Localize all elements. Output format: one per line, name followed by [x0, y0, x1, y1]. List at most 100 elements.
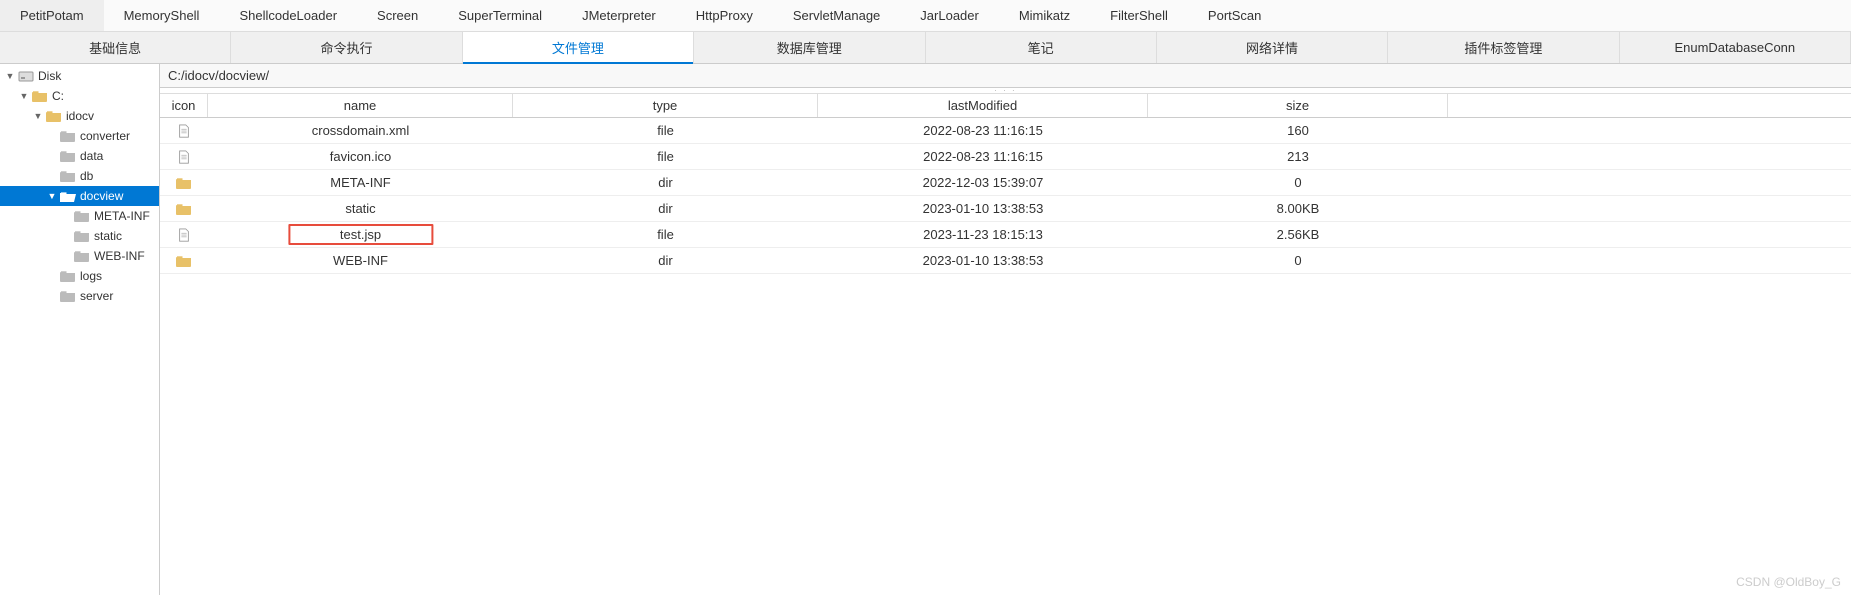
tree-label: WEB-INF: [94, 249, 145, 263]
file-name: crossdomain.xml: [208, 123, 513, 138]
path-bar: [160, 64, 1851, 88]
tree-label: logs: [80, 269, 102, 283]
top-tab-httpproxy[interactable]: HttpProxy: [676, 0, 773, 31]
sub-tabs: 基础信息命令执行文件管理数据库管理笔记网络详情插件标签管理EnumDatabas…: [0, 32, 1851, 64]
folder-open-icon: [60, 189, 76, 203]
header-lastmodified[interactable]: lastModified: [818, 94, 1148, 117]
tree-node-disk[interactable]: ▼Disk: [0, 66, 159, 86]
file-lastmodified: 2023-01-10 13:38:53: [818, 253, 1148, 268]
tree: ▼Disk▼C:▼idocvconverterdatadb▼docviewMET…: [0, 64, 159, 306]
header-type[interactable]: type: [513, 94, 818, 117]
file-body: crossdomain.xml file 2022-08-23 11:16:1516…: [160, 118, 1851, 274]
tree-label: server: [80, 289, 113, 303]
file-size: 8.00KB: [1148, 201, 1448, 216]
tree-node-docview[interactable]: ▼docview: [0, 186, 159, 206]
file-name: WEB-INF: [208, 253, 513, 268]
file-row[interactable]: META-INFdir2022-12-03 15:39:070: [160, 170, 1851, 196]
header-name[interactable]: name: [208, 94, 513, 117]
top-tab-filtershell[interactable]: FilterShell: [1090, 0, 1188, 31]
tree-toggle-icon[interactable]: ▼: [32, 110, 44, 122]
folder-gray-icon: [74, 209, 90, 223]
top-tab-portscan[interactable]: PortScan: [1188, 0, 1281, 31]
folder-gray-icon: [60, 149, 76, 163]
top-tab-memoryshell[interactable]: MemoryShell: [104, 0, 220, 31]
tree-toggle-icon[interactable]: ▼: [4, 70, 16, 82]
file-row[interactable]: test.jspfile2023-11-23 18:15:132.56KB: [160, 222, 1851, 248]
sub-tab-4[interactable]: 笔记: [926, 32, 1157, 63]
top-tab-superterminal[interactable]: SuperTerminal: [438, 0, 562, 31]
tree-node-idocv[interactable]: ▼ idocv: [0, 106, 159, 126]
file-name: META-INF: [208, 175, 513, 190]
folder-gray-icon: [60, 269, 76, 283]
top-tab-jarloader[interactable]: JarLoader: [900, 0, 999, 31]
tree-label: data: [80, 149, 103, 163]
folder-icon: [160, 202, 208, 216]
file-header: icon name type lastModified size: [160, 94, 1851, 118]
file-row[interactable]: staticdir2023-01-10 13:38:538.00KB: [160, 196, 1851, 222]
sub-tab-6[interactable]: 插件标签管理: [1388, 32, 1619, 63]
tree-toggle-icon[interactable]: [60, 230, 72, 242]
tree-toggle-icon[interactable]: [46, 170, 58, 182]
tree-node-data[interactable]: data: [0, 146, 159, 166]
top-tab-servletmanage[interactable]: ServletManage: [773, 0, 900, 31]
header-size[interactable]: size: [1148, 94, 1448, 117]
file-size: 160: [1148, 123, 1448, 138]
top-tab-mimikatz[interactable]: Mimikatz: [999, 0, 1090, 31]
tree-node-db[interactable]: db: [0, 166, 159, 186]
file-row[interactable]: WEB-INFdir2023-01-10 13:38:530: [160, 248, 1851, 274]
header-icon[interactable]: icon: [160, 94, 208, 117]
tree-node-server[interactable]: server: [0, 286, 159, 306]
highlight-box: test.jsp: [288, 224, 433, 245]
sidebar: ▼Disk▼C:▼idocvconverterdatadb▼docviewMET…: [0, 64, 160, 595]
file-lastmodified: 2023-01-10 13:38:53: [818, 201, 1148, 216]
tree-node-logs[interactable]: logs: [0, 266, 159, 286]
main-container: ▼Disk▼C:▼idocvconverterdatadb▼docviewMET…: [0, 64, 1851, 595]
file-type: file: [513, 227, 818, 242]
tree-node-web-inf[interactable]: WEB-INF: [0, 246, 159, 266]
file-type: dir: [513, 201, 818, 216]
file-name: static: [208, 201, 513, 216]
watermark: CSDN @OldBoy_G: [1736, 575, 1841, 589]
folder-gray-icon: [74, 249, 90, 263]
file-lastmodified: 2022-08-23 11:16:15: [818, 123, 1148, 138]
file-size: 0: [1148, 175, 1448, 190]
top-tab-jmeterpreter[interactable]: JMeterpreter: [562, 0, 676, 31]
tree-toggle-icon[interactable]: ▼: [46, 190, 58, 202]
sub-tab-1[interactable]: 命令执行: [231, 32, 462, 63]
tree-toggle-icon[interactable]: [46, 150, 58, 162]
tree-node-converter[interactable]: converter: [0, 126, 159, 146]
top-tab-screen[interactable]: Screen: [357, 0, 438, 31]
sub-tab-7[interactable]: EnumDatabaseConn: [1620, 32, 1851, 63]
file-table: icon name type lastModified size crossdo…: [160, 94, 1851, 595]
top-tab-petitpotam[interactable]: PetitPotam: [0, 0, 104, 31]
tree-label: idocv: [66, 109, 94, 123]
file-row[interactable]: crossdomain.xmlfile2022-08-23 11:16:1516…: [160, 118, 1851, 144]
content-area: · · · icon name type lastModified size c…: [160, 64, 1851, 595]
tree-toggle-icon[interactable]: ▼: [18, 90, 30, 102]
tree-node-meta-inf[interactable]: META-INF: [0, 206, 159, 226]
tree-toggle-icon[interactable]: [60, 250, 72, 262]
tree-toggle-icon[interactable]: [46, 290, 58, 302]
tree-toggle-icon[interactable]: [46, 270, 58, 282]
folder-gray-icon: [60, 129, 76, 143]
tree-node-c:[interactable]: ▼ C:: [0, 86, 159, 106]
file-type: dir: [513, 253, 818, 268]
tree-toggle-icon[interactable]: [46, 130, 58, 142]
top-tabs: PetitPotamMemoryShellShellcodeLoaderScre…: [0, 0, 1851, 32]
tree-label: static: [94, 229, 122, 243]
tree-toggle-icon[interactable]: [60, 210, 72, 222]
tree-label: META-INF: [94, 209, 150, 223]
file-lastmodified: 2023-11-23 18:15:13: [818, 227, 1148, 242]
file-icon: [160, 228, 208, 242]
sub-tab-0[interactable]: 基础信息: [0, 32, 231, 63]
top-tab-shellcodeloader[interactable]: ShellcodeLoader: [219, 0, 357, 31]
path-input[interactable]: [168, 68, 1843, 83]
tree-label: C:: [52, 89, 64, 103]
file-icon: [160, 150, 208, 164]
sub-tab-3[interactable]: 数据库管理: [694, 32, 925, 63]
tree-node-static[interactable]: static: [0, 226, 159, 246]
file-row[interactable]: favicon.icofile2022-08-23 11:16:15213: [160, 144, 1851, 170]
sub-tab-5[interactable]: 网络详情: [1157, 32, 1388, 63]
file-lastmodified: 2022-12-03 15:39:07: [818, 175, 1148, 190]
sub-tab-2[interactable]: 文件管理: [463, 32, 694, 63]
